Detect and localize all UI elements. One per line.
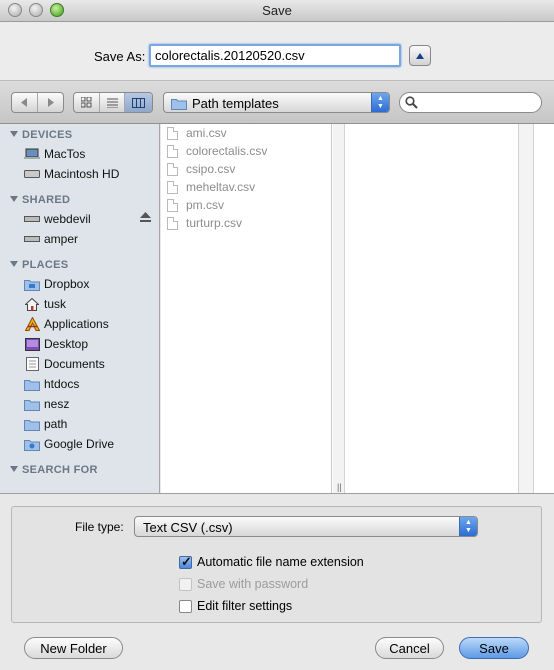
folder-icon: [24, 417, 40, 431]
sidebar-section-devices[interactable]: DEVICES: [10, 129, 72, 141]
forward-arrow-icon: [47, 98, 54, 107]
save-as-panel: Save As:: [0, 22, 554, 80]
column-divider[interactable]: [518, 124, 534, 493]
sidebar-item-amper[interactable]: amper: [24, 230, 154, 248]
network-drive-icon: [24, 232, 40, 246]
sidebar-item-mactos[interactable]: MacTos: [24, 145, 154, 163]
popup-arrows-icon: ▲ ▼: [459, 517, 477, 536]
file-type-label: File type:: [75, 520, 124, 534]
chevron-up-icon: [416, 52, 424, 59]
document-icon: [167, 216, 178, 230]
sidebar-item-applications[interactable]: Applications: [24, 315, 154, 333]
column-view-button[interactable]: [125, 93, 152, 112]
column-view-icon: [132, 97, 146, 108]
file-item[interactable]: csipo.csv: [167, 160, 235, 178]
file-item[interactable]: ami.csv: [167, 124, 227, 142]
network-drive-icon: [24, 212, 40, 226]
search-input[interactable]: [422, 95, 534, 110]
empty-column: [346, 124, 518, 493]
collapse-dialog-button[interactable]: [409, 45, 431, 66]
document-icon: [167, 162, 178, 176]
view-mode-control: [73, 92, 153, 113]
document-icon: [167, 126, 178, 140]
sidebar-item-macintosh-hd[interactable]: Macintosh HD: [24, 165, 154, 183]
file-item[interactable]: pm.csv: [167, 196, 224, 214]
home-icon: [24, 297, 40, 311]
disclosure-triangle-icon: [10, 466, 18, 472]
icon-view-icon: [80, 97, 92, 108]
applications-icon: [24, 317, 40, 331]
back-forward-control: [11, 92, 64, 113]
save-button[interactable]: Save: [459, 637, 529, 659]
search-icon: [405, 96, 418, 109]
document-icon: [167, 180, 178, 194]
google-drive-folder-icon: [24, 437, 40, 451]
back-button[interactable]: [12, 93, 38, 112]
list-view-button[interactable]: [100, 93, 126, 112]
sidebar-section-places[interactable]: PLACES: [10, 259, 68, 271]
folder-icon: [24, 397, 40, 411]
sidebar: DEVICES MacTos Macintosh HD SHARED webde…: [0, 124, 160, 493]
new-folder-button[interactable]: New Folder: [24, 637, 123, 659]
disclosure-triangle-icon: [10, 261, 18, 267]
path-popup-label: Path templates: [192, 96, 279, 111]
disclosure-triangle-icon: [10, 131, 18, 137]
file-type-value: Text CSV (.csv): [143, 520, 233, 535]
save-with-password-checkbox: Save with password: [179, 576, 308, 592]
sidebar-item-desktop[interactable]: Desktop: [24, 335, 154, 353]
desktop-icon: [24, 337, 40, 351]
search-field[interactable]: [399, 92, 542, 113]
forward-button[interactable]: [38, 93, 63, 112]
sidebar-item-dropbox[interactable]: Dropbox: [24, 275, 154, 293]
file-browser: ami.csv colorectalis.csv csipo.csv mehel…: [161, 124, 554, 493]
laptop-icon: [24, 147, 40, 161]
file-item[interactable]: meheltav.csv: [167, 178, 255, 196]
checkbox-icon: [179, 599, 192, 613]
save-as-input[interactable]: [149, 44, 401, 67]
folder-icon: [24, 377, 40, 391]
window-title: Save: [262, 3, 292, 18]
popup-arrows-icon: ▲ ▼: [371, 93, 389, 112]
options-box: File type: Text CSV (.csv) ▲▼ Automatic …: [11, 506, 542, 623]
toolbar: Path templates ▲ ▼: [0, 80, 554, 124]
back-arrow-icon: [20, 98, 27, 107]
sidebar-item-nesz[interactable]: nesz: [24, 395, 154, 413]
file-item[interactable]: colorectalis.csv: [167, 142, 267, 160]
list-view-icon: [106, 98, 118, 108]
sidebar-item-documents[interactable]: Documents: [24, 355, 154, 373]
auto-extension-checkbox[interactable]: Automatic file name extension: [179, 554, 364, 570]
file-column: ami.csv colorectalis.csv csipo.csv mehel…: [161, 124, 332, 493]
dropbox-folder-icon: [24, 277, 40, 291]
sidebar-item-path[interactable]: path: [24, 415, 154, 433]
column-resize-grip-icon[interactable]: ||: [337, 482, 342, 492]
document-icon: [167, 198, 178, 212]
column-divider[interactable]: [333, 124, 345, 493]
checkbox-checked-icon: [179, 554, 192, 570]
folder-icon: [171, 99, 187, 110]
sidebar-item-htdocs[interactable]: htdocs: [24, 375, 154, 393]
disclosure-triangle-icon: [10, 196, 18, 202]
checkbox-icon: [179, 577, 192, 591]
sidebar-item-tusk[interactable]: tusk: [24, 295, 154, 313]
file-item[interactable]: turturp.csv: [167, 214, 242, 232]
eject-icon[interactable]: [140, 212, 151, 223]
hard-drive-icon: [24, 167, 40, 181]
title-bar: Save: [0, 0, 554, 22]
document-icon: [167, 144, 178, 158]
sidebar-section-search-for[interactable]: SEARCH FOR: [10, 464, 98, 476]
cancel-button[interactable]: Cancel: [375, 637, 444, 659]
options-area: File type: Text CSV (.csv) ▲▼ Automatic …: [0, 493, 554, 670]
file-type-popup[interactable]: Text CSV (.csv) ▲ ▼: [134, 516, 478, 537]
path-popup[interactable]: Path templates ▲ ▼: [163, 92, 390, 113]
sidebar-item-google-drive[interactable]: Google Drive: [24, 435, 154, 453]
documents-icon: [24, 357, 40, 371]
sidebar-item-webdevil[interactable]: webdevil: [24, 210, 154, 228]
icon-view-button[interactable]: [74, 93, 100, 112]
sidebar-section-shared[interactable]: SHARED: [10, 194, 70, 206]
edit-filter-settings-checkbox[interactable]: Edit filter settings: [179, 598, 292, 614]
save-as-label: Save As:: [94, 49, 146, 64]
